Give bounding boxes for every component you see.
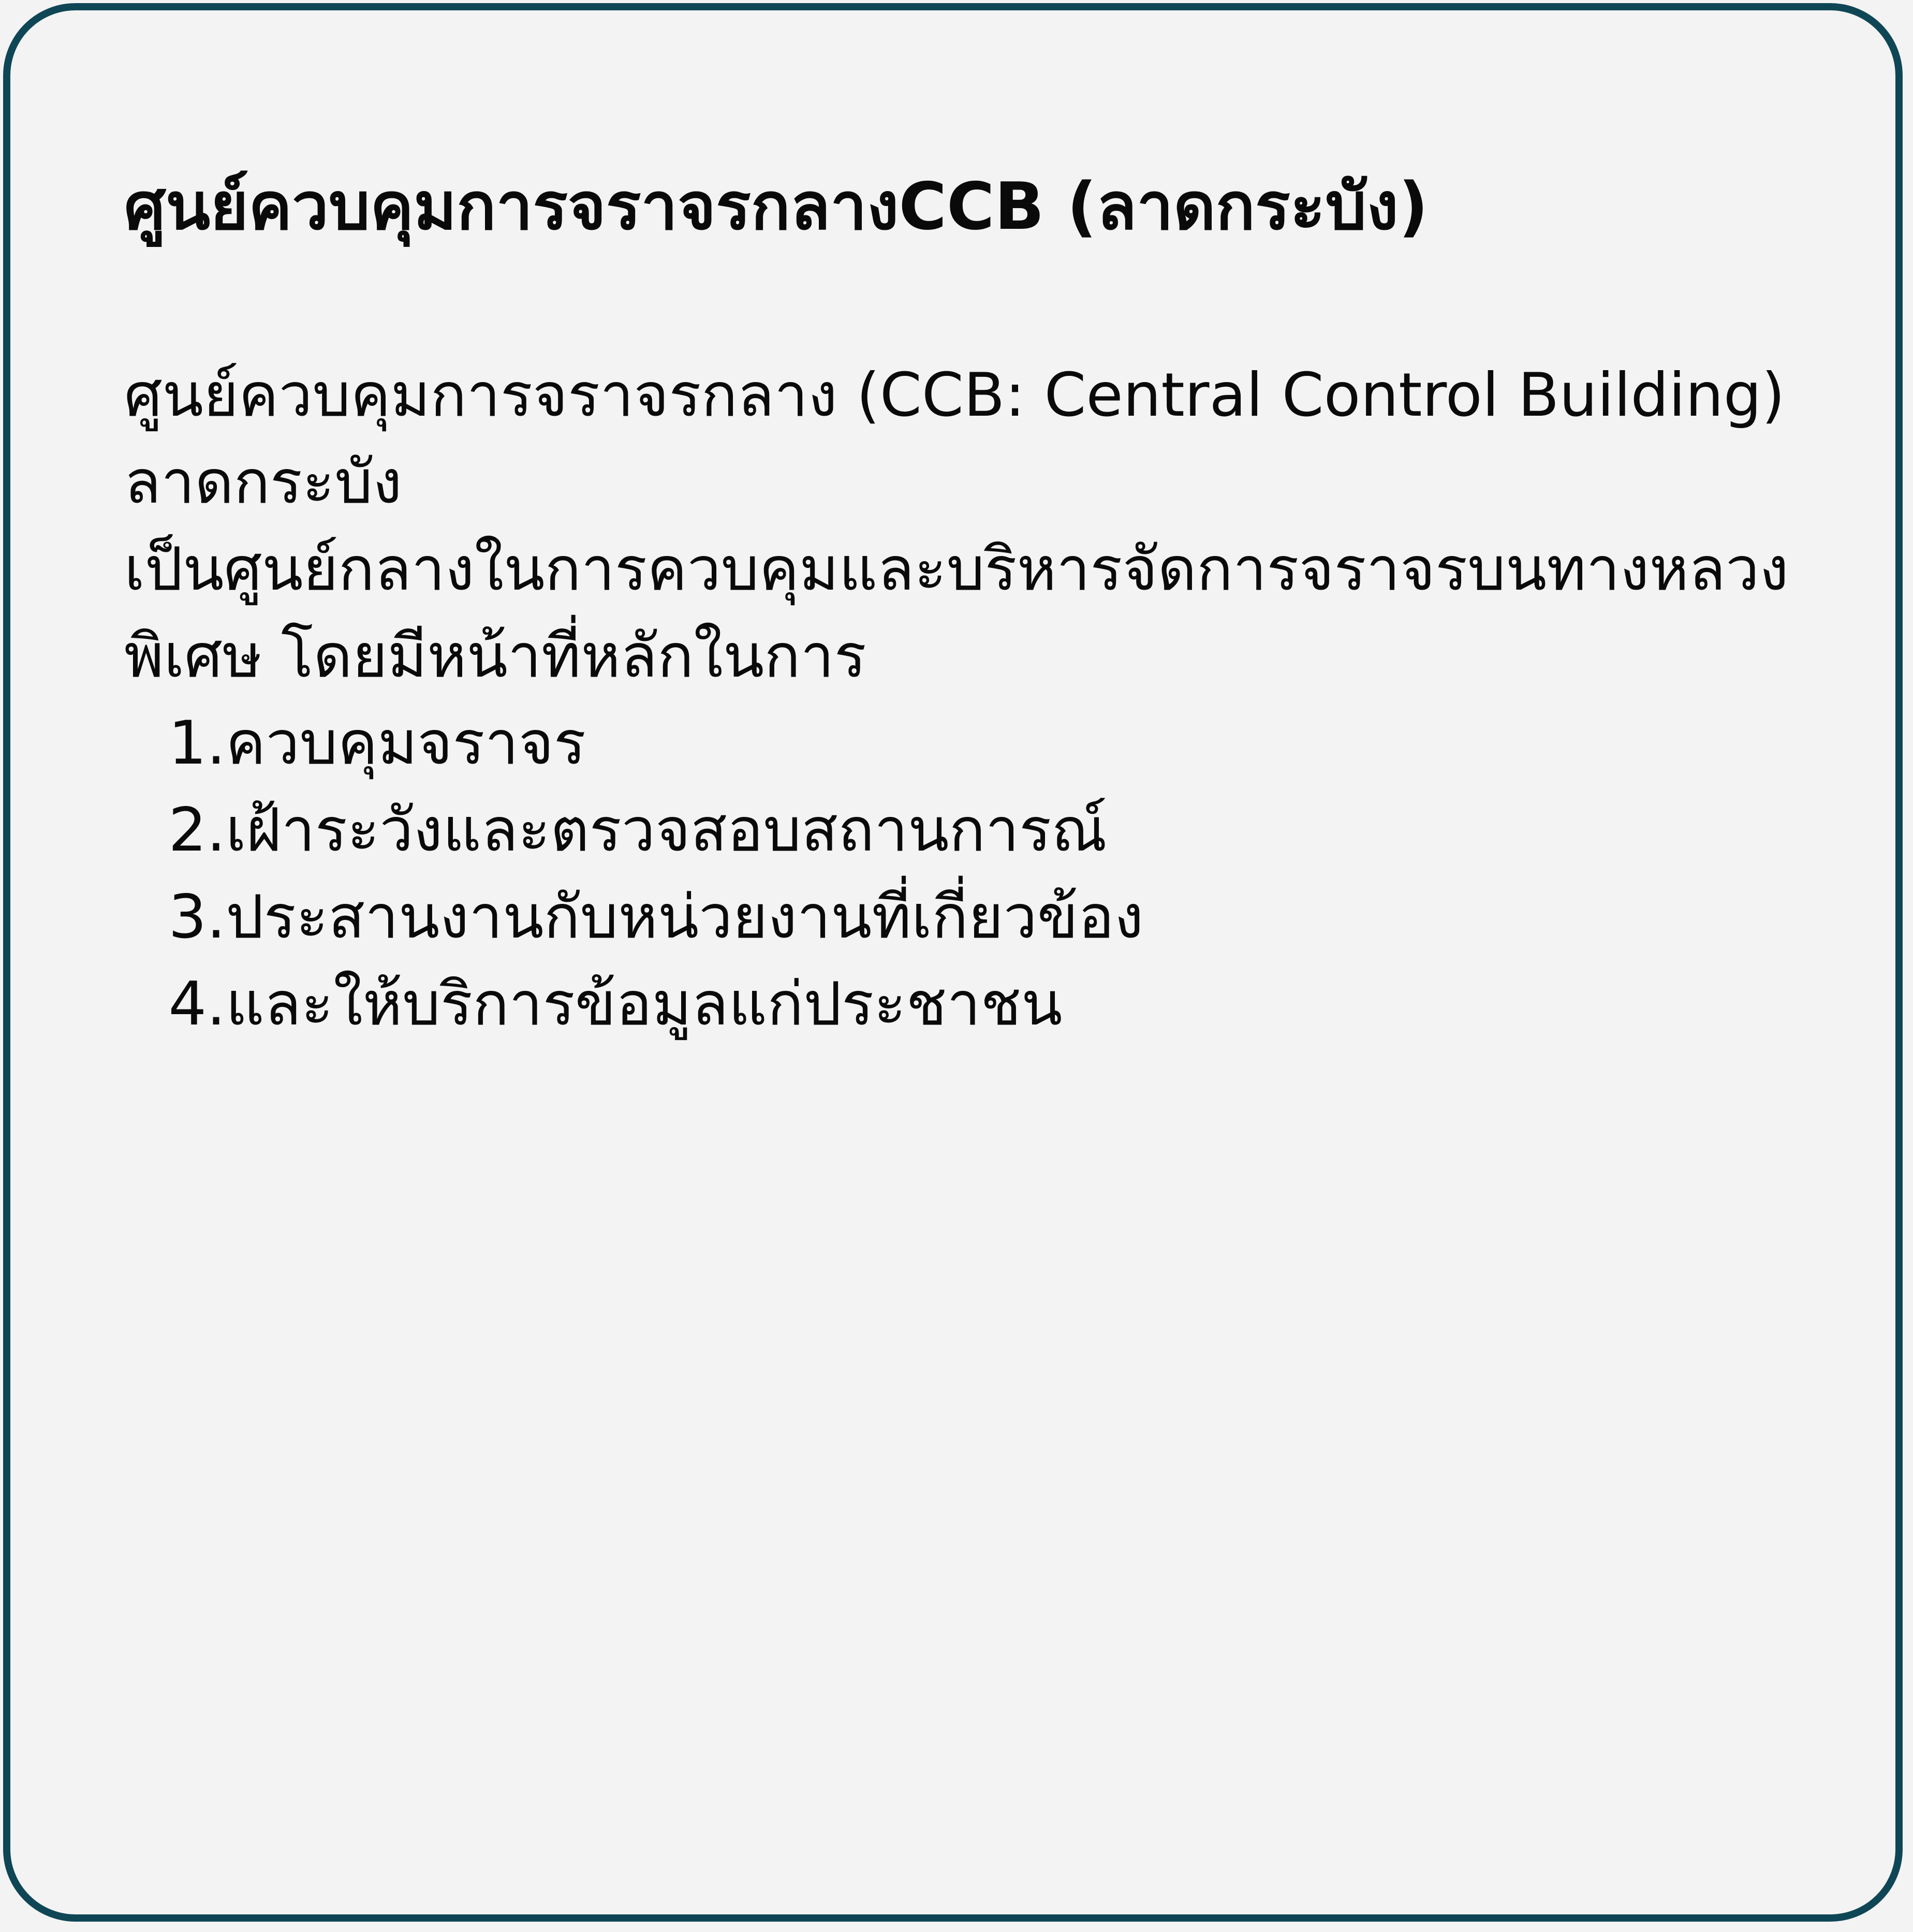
list-item-number: 2. xyxy=(168,795,226,865)
list-item-number: 4. xyxy=(168,969,226,1039)
card-description: ศูนย์ควบคุมการจราจรกลาง (CCB: Central Co… xyxy=(124,352,1843,1048)
description-line-4: พิเศษ โดยมีหน้าที่หลักในการ xyxy=(124,621,866,691)
list-item: 1. ควบคุมจราจร xyxy=(124,700,1843,787)
description-line-1: ศูนย์ควบคุมการจราจรกลาง (CCB: Central Co… xyxy=(124,360,1785,430)
list-item: 2. เฝ้าระวังและตรวจสอบสถานการณ์ xyxy=(124,787,1843,874)
card-title: ศูนย์ควบคุมการจราจรกลางCCB (ลาดกระบัง) xyxy=(124,168,1429,244)
list-item: 4. และให้บริการข้อมูลแก่ประชาชน xyxy=(124,961,1843,1048)
list-item-text: และให้บริการข้อมูลแก่ประชาชน xyxy=(226,969,1063,1039)
list-item-text: ควบคุมจราจร xyxy=(226,708,586,778)
list-item-number: 3. xyxy=(168,882,226,952)
description-line-3: เป็นศูนย์กลางในการควบคุมและบริหารจัดการจ… xyxy=(124,534,1789,604)
list-item-text: เฝ้าระวังและตรวจสอบสถานการณ์ xyxy=(226,795,1107,865)
list-item-number: 1. xyxy=(168,708,226,778)
description-line-2: ลาดกระบัง xyxy=(124,447,402,517)
list-item-text: ประสานงานกับหน่วยงานที่เกี่ยวข้อง xyxy=(226,882,1144,952)
list-item: 3. ประสานงานกับหน่วยงานที่เกี่ยวข้อง xyxy=(124,874,1843,961)
info-card: ศูนย์ควบคุมการจราจรกลางCCB (ลาดกระบัง) ศ… xyxy=(3,3,1903,1922)
duties-list: 1. ควบคุมจราจร 2. เฝ้าระวังและตรวจสอบสถา… xyxy=(124,700,1843,1048)
